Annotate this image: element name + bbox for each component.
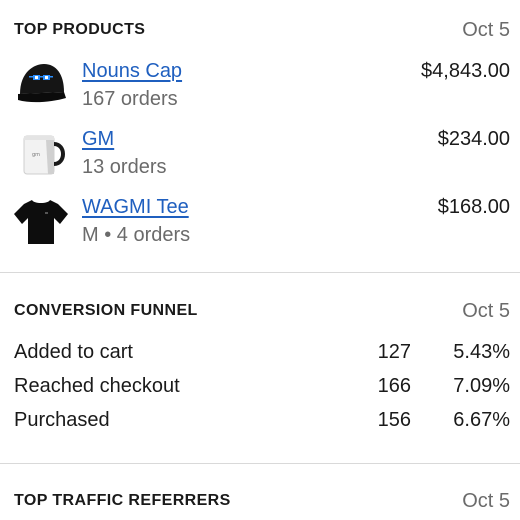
mug-thumbnail-icon: gm (23, 135, 65, 175)
svg-text:gm: gm (32, 152, 40, 158)
funnel-percent: 6.67% (453, 409, 510, 431)
funnel-count: 127 (377, 341, 411, 363)
top-traffic-referrers-title: TOP TRAFFIC REFERRERS (14, 492, 231, 509)
product-name-link[interactable]: WAGMI Tee (82, 196, 189, 219)
top-products-section: TOP PRODUCTS Oct 5 Nouns Cap 167 orders … (0, 0, 520, 272)
product-subtitle: 167 orders (82, 88, 178, 110)
top-traffic-referrers-date[interactable]: Oct 5 (462, 490, 510, 513)
product-name-link[interactable]: GM (82, 128, 114, 151)
top-products-date[interactable]: Oct 5 (462, 19, 510, 42)
funnel-label: Added to cart (14, 341, 133, 363)
conversion-funnel-date[interactable]: Oct 5 (462, 300, 510, 323)
funnel-percent: 5.43% (453, 341, 510, 363)
funnel-label: Reached checkout (14, 375, 180, 397)
funnel-percent: 7.09% (453, 375, 510, 397)
product-subtitle: 13 orders (82, 156, 167, 178)
funnel-count: 166 (377, 375, 411, 397)
product-subtitle: M • 4 orders (82, 224, 191, 246)
product-name-link[interactable]: Nouns Cap (82, 60, 182, 83)
product-price: $4,843.00 (421, 60, 510, 82)
conversion-funnel-section: CONVERSION FUNNEL Oct 5 Added to cart 12… (0, 273, 520, 463)
top-products-title: TOP PRODUCTS (14, 21, 146, 38)
top-traffic-referrers-section: TOP TRAFFIC REFERRERS Oct 5 (0, 464, 520, 520)
conversion-funnel-title: CONVERSION FUNNEL (14, 302, 198, 319)
funnel-count: 156 (377, 409, 411, 431)
product-price: $234.00 (437, 128, 510, 150)
tshirt-thumbnail-icon (14, 200, 68, 244)
cap-thumbnail-icon (18, 64, 66, 103)
product-price: $168.00 (437, 196, 510, 218)
funnel-label: Purchased (14, 409, 110, 431)
